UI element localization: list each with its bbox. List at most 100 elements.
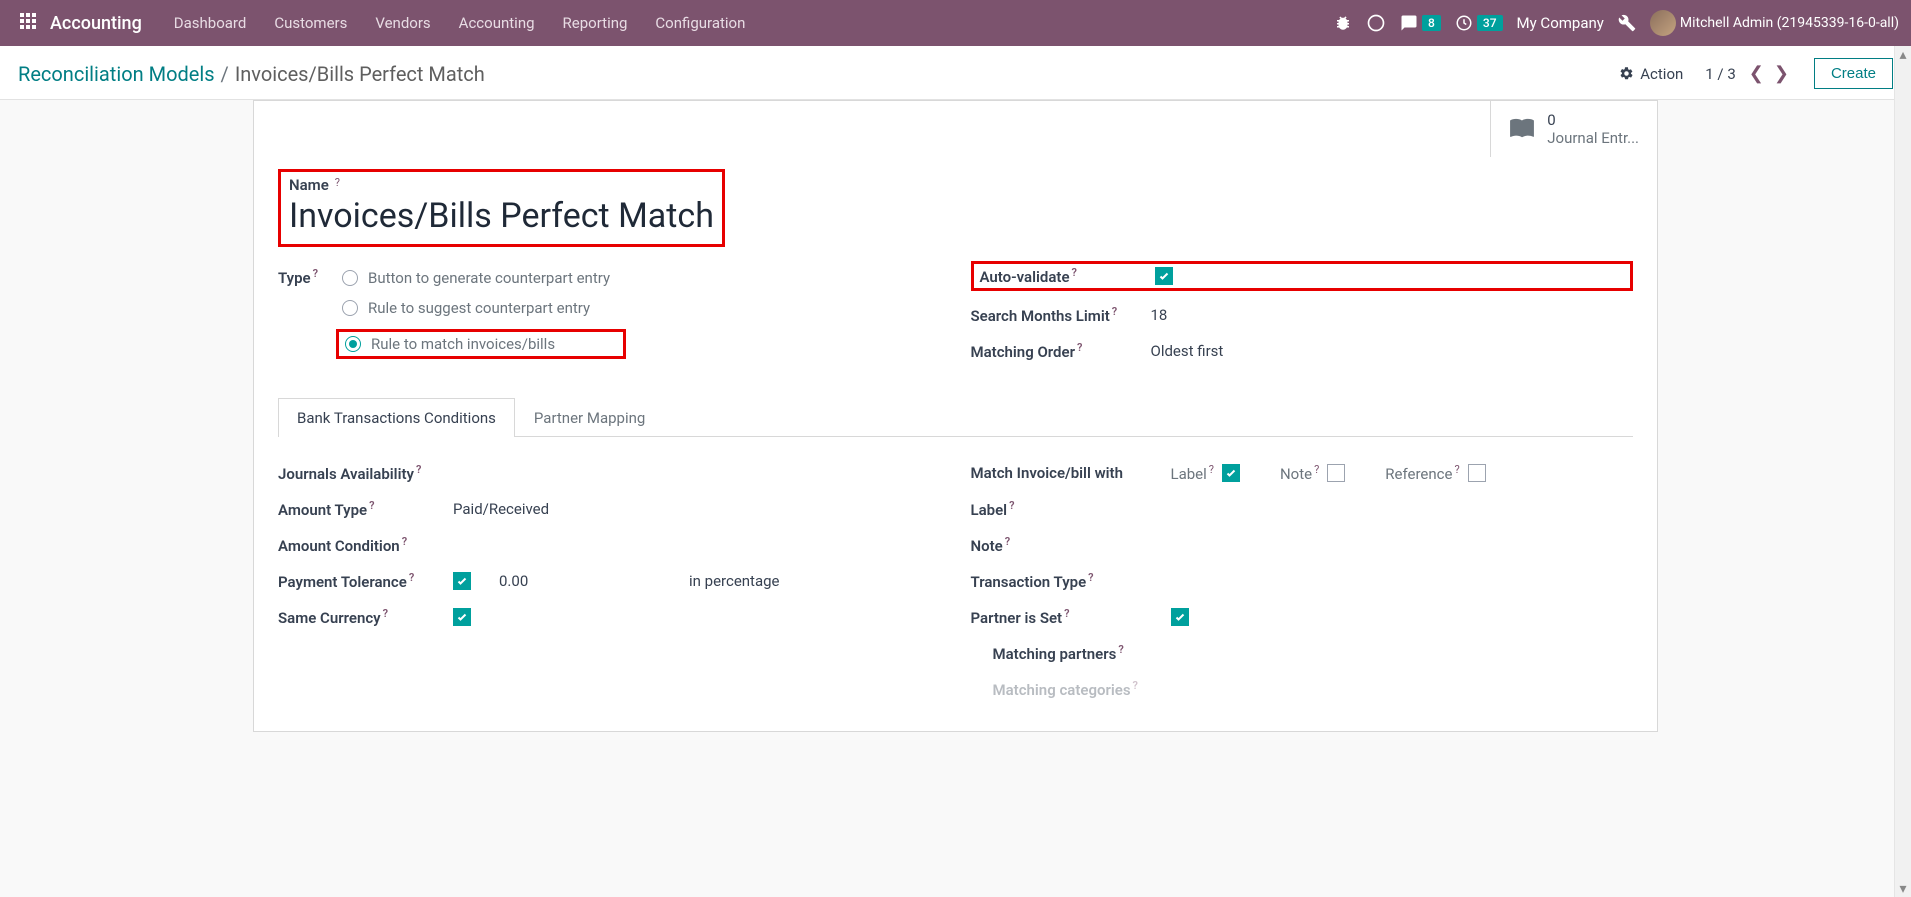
same-currency-help-icon[interactable]: ? xyxy=(383,607,388,620)
breadcrumb-current: Invoices/Bills Perfect Match xyxy=(235,62,485,86)
auto-validate-help-icon[interactable]: ? xyxy=(1072,266,1077,279)
stat-count: 0 xyxy=(1547,111,1639,129)
tools-icon[interactable] xyxy=(1618,14,1636,32)
messaging-icon[interactable]: 8 xyxy=(1400,14,1441,32)
breadcrumb: Reconciliation Models / Invoices/Bills P… xyxy=(18,62,485,86)
payment-tolerance-checkbox[interactable] xyxy=(453,572,471,590)
partner-set-label: Partner is Set xyxy=(971,609,1063,627)
menu-vendors[interactable]: Vendors xyxy=(361,0,444,46)
menu-accounting[interactable]: Accounting xyxy=(445,0,549,46)
matching-partners-label: Matching partners xyxy=(993,645,1117,663)
apps-icon[interactable] xyxy=(12,9,44,37)
amount-type-value[interactable]: Paid/Received xyxy=(453,500,549,518)
name-value[interactable]: Invoices/Bills Perfect Match xyxy=(289,196,714,236)
activities-icon[interactable]: 37 xyxy=(1455,14,1503,32)
company-switcher[interactable]: My Company xyxy=(1517,14,1604,32)
top-nav: Accounting Dashboard Customers Vendors A… xyxy=(0,0,1911,46)
pager-next[interactable]: ❯ xyxy=(1771,63,1792,84)
breadcrumb-parent[interactable]: Reconciliation Models xyxy=(18,62,215,86)
amount-type-help-icon[interactable]: ? xyxy=(369,499,374,512)
pager-prev[interactable]: ❮ xyxy=(1746,63,1767,84)
type-option-3[interactable]: Rule to match invoices/bills xyxy=(336,329,626,359)
create-button[interactable]: Create xyxy=(1814,58,1893,89)
note-help-icon[interactable]: ? xyxy=(1005,535,1010,548)
label-help-icon[interactable]: ? xyxy=(1009,499,1014,512)
note-row-label: Note xyxy=(971,537,1003,555)
control-panel: Reconciliation Models / Invoices/Bills P… xyxy=(0,46,1911,100)
gear-icon xyxy=(1619,66,1634,81)
tab-bank-conditions[interactable]: Bank Transactions Conditions xyxy=(278,398,515,437)
check-ref-help-icon[interactable]: ? xyxy=(1454,463,1459,476)
stat-journal-entries[interactable]: 0 Journal Entr... xyxy=(1490,101,1657,157)
radio-icon xyxy=(345,336,361,352)
check-ref-label: Reference? xyxy=(1385,463,1459,483)
type-option-2[interactable]: Rule to suggest counterpart entry xyxy=(342,299,626,317)
search-months-value[interactable]: 18 xyxy=(1151,306,1168,324)
user-menu[interactable]: Mitchell Admin (21945339-16-0-all) xyxy=(1650,10,1899,36)
name-highlight-box: Name ? Invoices/Bills Perfect Match xyxy=(278,169,725,247)
check-label-help-icon[interactable]: ? xyxy=(1209,463,1214,476)
activities-badge: 37 xyxy=(1477,15,1503,31)
payment-tol-value[interactable]: 0.00 xyxy=(499,572,689,590)
messaging-badge: 8 xyxy=(1422,15,1441,31)
check-note-label: Note? xyxy=(1280,463,1319,483)
type-radio-group: Button to generate counterpart entry Rul… xyxy=(342,269,626,359)
amount-cond-help-icon[interactable]: ? xyxy=(402,535,407,548)
name-label: Name xyxy=(289,176,329,194)
partner-set-checkbox[interactable] xyxy=(1171,608,1189,626)
label-row-label: Label xyxy=(971,501,1008,519)
notebook-tabs: Bank Transactions Conditions Partner Map… xyxy=(278,397,1633,437)
same-currency-checkbox[interactable] xyxy=(453,608,471,626)
menu-reporting[interactable]: Reporting xyxy=(549,0,642,46)
tab-partner-mapping[interactable]: Partner Mapping xyxy=(515,398,664,437)
type-option-1[interactable]: Button to generate counterpart entry xyxy=(342,269,626,287)
trans-type-label: Transaction Type xyxy=(971,573,1087,591)
menu-configuration[interactable]: Configuration xyxy=(641,0,759,46)
payment-tol-label: Payment Tolerance xyxy=(278,573,407,591)
support-icon[interactable] xyxy=(1366,13,1386,33)
user-avatar-icon xyxy=(1650,10,1676,36)
payment-tol-unit[interactable]: in percentage xyxy=(689,572,780,590)
brand-title[interactable]: Accounting xyxy=(50,13,142,34)
match-ref-checkbox[interactable] xyxy=(1468,464,1486,482)
check-note-help-icon[interactable]: ? xyxy=(1314,463,1319,476)
radio-icon xyxy=(342,300,358,316)
pager-text[interactable]: 1 / 3 xyxy=(1705,65,1736,83)
menu-customers[interactable]: Customers xyxy=(260,0,361,46)
journals-help-icon[interactable]: ? xyxy=(416,463,421,476)
form-sheet: 0 Journal Entr... Name ? Invoices/Bills … xyxy=(253,100,1658,732)
user-name: Mitchell Admin (21945339-16-0-all) xyxy=(1680,15,1899,31)
action-dropdown[interactable]: Action xyxy=(1619,65,1683,83)
same-currency-label: Same Currency xyxy=(278,609,381,627)
book-icon xyxy=(1509,114,1535,144)
systray: 8 37 My Company Mitchell Admin (21945339… xyxy=(1334,10,1899,36)
type-help-icon[interactable]: ? xyxy=(313,267,318,280)
auto-validate-label: Auto-validate xyxy=(980,268,1070,286)
name-help-icon[interactable]: ? xyxy=(335,176,340,189)
auto-validate-checkbox[interactable] xyxy=(1155,267,1173,285)
matching-order-help-icon[interactable]: ? xyxy=(1077,341,1082,354)
matching-order-value[interactable]: Oldest first xyxy=(1151,342,1224,360)
amount-cond-label: Amount Condition xyxy=(278,537,400,555)
menu-dashboard[interactable]: Dashboard xyxy=(160,0,261,46)
stat-label: Journal Entr... xyxy=(1547,129,1639,147)
matching-categories-label: Matching categories xyxy=(993,681,1131,699)
search-months-help-icon[interactable]: ? xyxy=(1112,305,1117,318)
scroll-down-icon[interactable]: ▾ xyxy=(1895,880,1911,897)
matching-partners-help-icon[interactable]: ? xyxy=(1118,643,1123,656)
matching-order-label: Matching Order xyxy=(971,343,1075,361)
scroll-up-icon[interactable]: ▴ xyxy=(1895,46,1911,63)
search-months-label: Search Months Limit xyxy=(971,307,1110,325)
trans-type-help-icon[interactable]: ? xyxy=(1088,571,1093,584)
scrollbar[interactable]: ▴ ▾ xyxy=(1894,46,1911,897)
amount-type-label: Amount Type xyxy=(278,501,367,519)
pager: 1 / 3 ❮ ❯ xyxy=(1705,63,1792,84)
payment-tol-help-icon[interactable]: ? xyxy=(409,571,414,584)
match-label-checkbox[interactable] xyxy=(1222,464,1240,482)
matching-categories-help-icon[interactable]: ? xyxy=(1133,679,1138,692)
breadcrumb-separator: / xyxy=(221,62,229,86)
check-label-label: Label? xyxy=(1171,463,1214,483)
partner-set-help-icon[interactable]: ? xyxy=(1064,607,1069,620)
match-note-checkbox[interactable] xyxy=(1327,464,1345,482)
bug-icon[interactable] xyxy=(1334,14,1352,32)
